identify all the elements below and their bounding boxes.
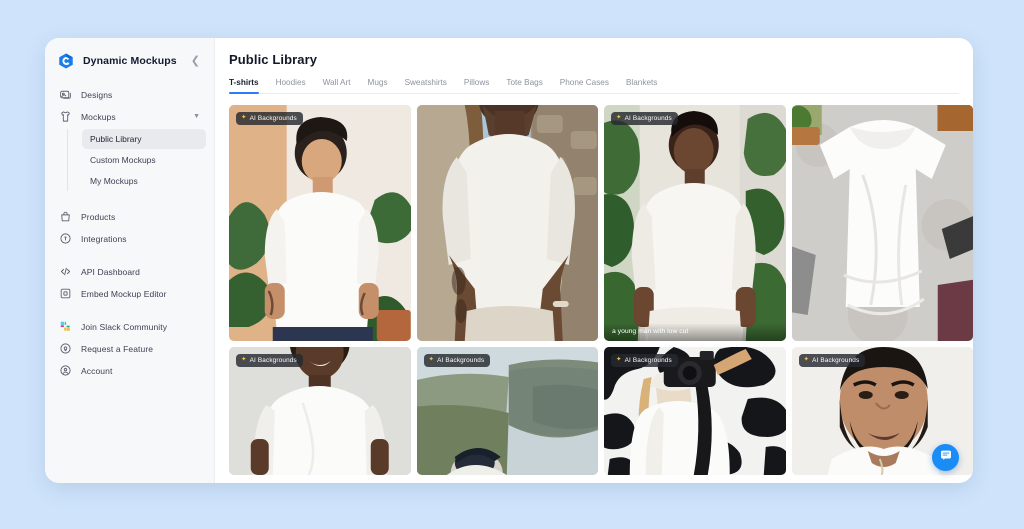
sidebar-item-label: API Dashboard xyxy=(81,266,140,277)
sparkle-icon: ✦ xyxy=(241,356,247,364)
tab-phone-cases[interactable]: Phone Cases xyxy=(560,78,623,93)
badge-label: AI Backgrounds xyxy=(812,357,860,364)
sidebar-item-label: Designs xyxy=(81,89,113,100)
tab-mugs[interactable]: Mugs xyxy=(368,78,402,93)
category-tabs: T-shirts Hoodies Wall Art Mugs Sweatshir… xyxy=(229,78,959,94)
sparkle-icon: ✦ xyxy=(803,356,810,364)
sidebar-item-label: Integrations xyxy=(81,233,127,244)
badge-label: AI Backgrounds xyxy=(437,357,485,364)
plug-icon xyxy=(59,232,72,245)
sparkle-icon: ✦ xyxy=(428,356,435,364)
ai-backgrounds-badge[interactable]: ✦ AI Backgrounds xyxy=(611,354,678,367)
sidebar-item-products[interactable]: Products xyxy=(53,206,206,227)
sidebar-collapse-icon[interactable]: ❮ xyxy=(187,54,204,69)
sparkle-icon: ✦ xyxy=(241,114,247,122)
dynamic-mockups-logo-icon xyxy=(57,52,75,70)
ai-backgrounds-badge[interactable]: ✦ AI Backgrounds xyxy=(236,354,303,367)
sidebar-item-request-a-feature[interactable]: Request a Feature xyxy=(53,338,206,359)
sidebar-item-label: Join Slack Community xyxy=(81,321,168,332)
badge-label: AI Backgrounds xyxy=(624,115,672,122)
sidebar-item-label: Embed Mockup Editor xyxy=(81,288,167,299)
tab-pillows[interactable]: Pillows xyxy=(464,78,503,93)
nav-group-separator xyxy=(53,195,206,206)
main-content: Public Library T-shirts Hoodies Wall Art… xyxy=(215,38,973,483)
mockup-gallery-grid: ✦ AI Backgrounds ✦ AI Backgrounds a youn… xyxy=(229,105,973,475)
mockup-photo xyxy=(791,105,973,341)
sidebar-item-embed-mockup-editor[interactable]: Embed Mockup Editor xyxy=(53,283,206,304)
sidebar-item-my-mockups[interactable]: My Mockups xyxy=(82,171,206,191)
lightbulb-icon xyxy=(59,342,72,355)
mockup-card[interactable]: ✦ AI Backgrounds xyxy=(416,347,598,475)
image-stack-icon xyxy=(59,88,72,101)
sidebar-nav: Designs Mockups ▼ Public Library Custom … xyxy=(45,82,214,381)
badge-label: AI Backgrounds xyxy=(249,357,297,364)
badge-label: AI Backgrounds xyxy=(624,357,672,364)
bag-icon xyxy=(59,210,72,223)
badge-label: AI Backgrounds xyxy=(249,115,297,122)
mockup-card[interactable]: ✦ AI Backgrounds xyxy=(229,347,411,475)
sidebar-item-designs[interactable]: Designs xyxy=(53,84,206,105)
brand-header: Dynamic Mockups ❮ xyxy=(45,38,214,82)
sidebar-item-label: Request a Feature xyxy=(81,343,154,354)
mockup-photo xyxy=(416,105,598,341)
tshirt-icon xyxy=(59,110,72,123)
ai-backgrounds-badge[interactable]: ✦ AI Backgrounds xyxy=(798,354,866,367)
sidebar-subitem-label: Custom Mockups xyxy=(90,155,156,165)
tab-t-shirts[interactable]: T-shirts xyxy=(229,78,273,94)
sparkle-icon: ✦ xyxy=(616,114,622,122)
sidebar-item-join-slack-community[interactable]: Join Slack Community xyxy=(53,316,206,337)
chevron-down-icon[interactable]: ▼ xyxy=(193,113,200,120)
sparkle-icon: ✦ xyxy=(616,356,622,364)
tab-tote-bags[interactable]: Tote Bags xyxy=(506,78,556,93)
sidebar-item-custom-mockups[interactable]: Custom Mockups xyxy=(82,150,206,170)
tab-hoodies[interactable]: Hoodies xyxy=(276,78,320,93)
sidebar-item-label: Mockups xyxy=(81,111,116,122)
sidebar-item-mockups[interactable]: Mockups ▼ xyxy=(53,106,206,127)
mockup-card[interactable]: ✦ AI Backgrounds xyxy=(229,105,411,341)
chat-bubble-icon xyxy=(939,448,953,467)
mockup-caption: a young man with low cut xyxy=(604,323,786,341)
mockup-card[interactable]: ✦ AI Backgrounds a young man with low cu… xyxy=(604,105,786,341)
mockup-photo xyxy=(229,105,411,341)
sidebar: Dynamic Mockups ❮ Designs Mockups ▼ Publ… xyxy=(45,38,215,483)
mockup-card[interactable] xyxy=(416,105,598,341)
sidebar-subitem-label: My Mockups xyxy=(90,176,138,186)
tab-wall-art[interactable]: Wall Art xyxy=(323,78,365,93)
code-icon xyxy=(59,265,72,278)
app-window: Dynamic Mockups ❮ Designs Mockups ▼ Publ… xyxy=(45,38,973,483)
tab-blankets[interactable]: Blankets xyxy=(626,78,671,93)
sidebar-subitem-label: Public Library xyxy=(90,134,142,144)
brand-name: Dynamic Mockups xyxy=(83,55,177,67)
mockup-photo xyxy=(604,105,786,341)
chat-launcher-button[interactable] xyxy=(932,444,959,471)
slack-icon xyxy=(59,320,72,333)
ai-backgrounds-badge[interactable]: ✦ AI Backgrounds xyxy=(236,112,303,125)
sidebar-subnav-mockups: Public Library Custom Mockups My Mockups xyxy=(67,129,206,191)
sidebar-item-api-dashboard[interactable]: API Dashboard xyxy=(53,261,206,282)
embed-frame-icon xyxy=(59,287,72,300)
tab-sweatshirts[interactable]: Sweatshirts xyxy=(405,78,461,93)
user-circle-icon xyxy=(59,364,72,377)
sidebar-item-integrations[interactable]: Integrations xyxy=(53,228,206,249)
sidebar-item-public-library[interactable]: Public Library xyxy=(82,129,206,149)
page-title: Public Library xyxy=(229,52,318,67)
nav-group-separator xyxy=(53,250,206,261)
sidebar-item-label: Account xyxy=(81,365,113,376)
ai-backgrounds-badge[interactable]: ✦ AI Backgrounds xyxy=(423,354,491,367)
sidebar-item-account[interactable]: Account xyxy=(53,360,206,381)
ai-backgrounds-badge[interactable]: ✦ AI Backgrounds xyxy=(611,112,678,125)
sidebar-item-label: Products xyxy=(81,211,116,222)
nav-group-separator xyxy=(53,305,206,316)
mockup-card[interactable] xyxy=(791,105,973,341)
mockup-card[interactable]: ✦ AI Backgrounds xyxy=(604,347,786,475)
